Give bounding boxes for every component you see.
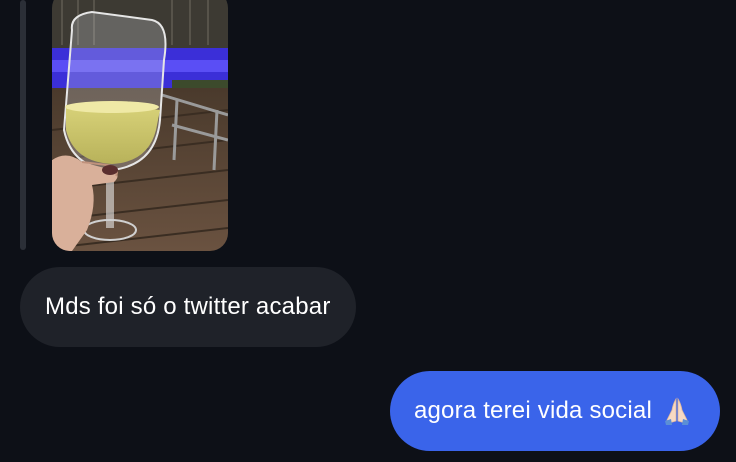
praying-hands-icon bbox=[662, 396, 692, 426]
outgoing-message-text: agora terei vida social bbox=[413, 397, 652, 424]
incoming-message-text: Mds foi só o twitter acabar bbox=[45, 293, 331, 320]
photo-message-image[interactable] bbox=[52, 0, 228, 251]
incoming-message-bubble[interactable]: Mds foi só o twitter acabar bbox=[20, 267, 356, 347]
chat-thread: Mds foi só o twitter acabar agora terei … bbox=[0, 0, 736, 462]
outgoing-message-bubble[interactable]: agora terei vida social bbox=[389, 371, 720, 451]
reply-thread-bar bbox=[20, 0, 26, 250]
